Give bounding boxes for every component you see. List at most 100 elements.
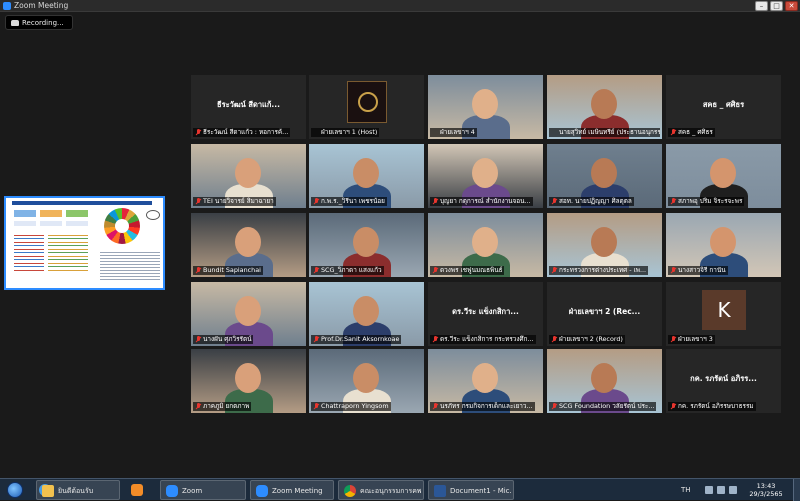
mic-muted-icon — [432, 198, 438, 205]
participant-head — [472, 227, 498, 257]
shared-screen-thumbnail[interactable] — [4, 196, 165, 290]
participant-name-label: ดวงพร เชฟูนมณธพินธ์ — [430, 266, 505, 275]
participant-head — [591, 158, 617, 188]
participant-tile[interactable]: ธีระวัฒน์ สีดาแก้... ธีระวัฒน์ สีดาแก้ว :… — [191, 75, 306, 139]
network-icon[interactable] — [717, 486, 725, 494]
participant-tile[interactable]: TEI นายวิจารย์ สิมาฉายา — [191, 144, 306, 208]
participant-name-text: นรภัทร กรมกิจการเด็กและเยาว... — [440, 402, 533, 410]
mic-muted-icon — [670, 267, 676, 274]
participant-name-text: สภาพอุ ปริม จิระรจะพร — [678, 197, 743, 205]
mic-muted-icon — [195, 129, 201, 136]
zoom-icon — [166, 485, 178, 497]
recording-indicator[interactable]: Recording... — [5, 15, 73, 30]
participant-tile[interactable]: SCG_วิภาดา แสงแก้ว — [309, 213, 424, 277]
zoom-app-icon — [3, 2, 11, 10]
participant-tile[interactable]: K ฝ่ายเลขาฯ 3 — [666, 282, 781, 346]
zoom-meeting-icon — [256, 485, 268, 497]
participant-name-text: สอท. นายปฏิญญา ศิลตุตล — [559, 197, 632, 205]
slide-title-bar — [12, 201, 152, 205]
participant-name-label: ฝ่ายเลขาฯ 3 — [668, 335, 715, 344]
participant-name-text: ฝ่ายเลขาฯ 1 (Host) — [321, 128, 378, 136]
taskbar-zoom-meeting-label: Zoom Meeting — [272, 487, 323, 495]
participant-tile[interactable]: สภาพอุ ปริม จิระรจะพร — [666, 144, 781, 208]
participant-head — [472, 158, 498, 188]
clock-time[interactable]: 13:43 — [746, 482, 786, 490]
participant-tile[interactable]: นายสุวิทย์ เมษินทรีย์ (ประธานอนุกรรม... — [547, 75, 662, 139]
taskbar-word[interactable]: Document1 - Mic... — [428, 480, 514, 500]
participant-tile[interactable]: กระทรวงการต่างประเทศ - เพ... — [547, 213, 662, 277]
participant-tile[interactable]: นรภัทร กรมกิจการเด็กและเยาว... — [428, 349, 543, 413]
maximize-button[interactable]: □ — [770, 1, 783, 11]
mic-muted-icon — [432, 336, 438, 343]
participant-name-label: นายสุวิทย์ เมษินทรีย์ (ประธานอนุกรรม... — [549, 128, 660, 137]
participant-name-label: สอท. นายปฏิญญา ศิลตุตล — [549, 197, 634, 206]
show-desktop-button[interactable] — [793, 479, 800, 501]
participant-tile[interactable]: นางสาวจิรี กานัน — [666, 213, 781, 277]
participant-tile[interactable]: ภาคภูมิ ยกตภาพ — [191, 349, 306, 413]
participant-display-name: ฝ่ายเลขาฯ 2 (Rec... — [568, 307, 641, 316]
mic-muted-icon — [195, 198, 201, 205]
participant-tile[interactable]: สคธ _ ศศิธร สคธ _ ศศิธร — [666, 75, 781, 139]
mic-muted-icon — [432, 403, 438, 410]
participant-name-text: สคธ _ ศศิธร — [678, 128, 713, 136]
tray-flag-icon[interactable] — [705, 486, 713, 494]
participant-name-text: Chattraporn Yingsom — [321, 402, 389, 410]
participant-name-label: กค. รภรัตน์ อภิรรษบาธรรม — [668, 402, 756, 411]
participant-name-label: ฝ่ายเลขาฯ 4 — [430, 128, 477, 137]
participant-name-text: ดวงพร เชฟูนมณธพินธ์ — [440, 266, 503, 274]
taskbar-media[interactable] — [126, 480, 152, 500]
taskbar-zoom-meeting[interactable]: Zoom Meeting — [250, 480, 334, 500]
participant-tile[interactable]: ฝ่ายเลขาฯ 2 (Rec... ฝ่ายเลขาฯ 2 (Record) — [547, 282, 662, 346]
participant-name-label: ก.พ.ร._วิรีนา เพชรน้อย — [311, 197, 387, 206]
windows-logo-icon — [7, 482, 23, 498]
participant-head — [472, 89, 498, 119]
taskbar-folder[interactable]: ยินดีต้อนรับ — [36, 480, 120, 500]
participant-tile[interactable]: ฝ่ายเลขาฯ 4 — [428, 75, 543, 139]
participant-head — [472, 363, 498, 393]
participant-name-text: ฝ่ายเลขาฯ 4 — [440, 128, 475, 136]
participant-tile[interactable]: สอท. นายปฏิญญา ศิลตุตล — [547, 144, 662, 208]
cloud-record-icon — [11, 20, 19, 26]
mic-muted-icon — [670, 129, 676, 136]
participant-tile[interactable]: ก.พ.ร._วิรีนา เพชรน้อย — [309, 144, 424, 208]
avatar: K — [702, 290, 746, 330]
mic-muted-icon — [313, 403, 319, 410]
mic-muted-icon — [551, 198, 557, 205]
participant-name-label: ดร.วีระ แข็งกสิการ กระทรวงศึก... — [430, 335, 536, 344]
participant-tile[interactable]: Prof.Dr.Sanit Aksornkoae — [309, 282, 424, 346]
participant-head — [353, 227, 379, 257]
taskbar-chrome[interactable]: คณะอนุกรรมการคพ... — [338, 480, 424, 500]
participant-tile[interactable]: ดร.วีระ แข็งกสิกา... ดร.วีระ แข็งกสิการ ก… — [428, 282, 543, 346]
mic-muted-icon — [551, 403, 557, 410]
language-indicator[interactable]: TH — [681, 479, 691, 501]
participant-tile[interactable]: Bundit Sapianchai — [191, 213, 306, 277]
clock-date[interactable]: 29/3/2565 — [746, 490, 786, 498]
participant-display-name: ธีระวัฒน์ สีดาแก้... — [217, 100, 280, 109]
mic-muted-icon — [313, 267, 319, 274]
participant-head — [235, 296, 261, 326]
participant-tile[interactable]: นางผัน ศุภวิรรัตน์ — [191, 282, 306, 346]
start-button[interactable] — [2, 480, 28, 500]
participant-head — [710, 227, 736, 257]
mic-muted-icon — [670, 198, 676, 205]
mic-muted-icon — [195, 267, 201, 274]
mic-muted-icon — [313, 336, 319, 343]
participant-tile[interactable]: บุญยา กตุการณ์ สำนักงานจอน... — [428, 144, 543, 208]
participant-name-text: บุญยา กตุการณ์ สำนักงานจอน... — [440, 197, 531, 205]
participant-tile[interactable]: กค. รภรัตน์ อภิรร... กค. รภรัตน์ อภิรรษบา… — [666, 349, 781, 413]
close-button[interactable]: ✕ — [785, 1, 798, 11]
volume-icon[interactable] — [729, 486, 737, 494]
participant-tile[interactable]: ดวงพร เชฟูนมณธพินธ์ — [428, 213, 543, 277]
participant-display-name: สคธ _ ศศิธร — [702, 100, 745, 109]
participant-tile[interactable]: SCG Foundation วลัยรัตน์ ประ... — [547, 349, 662, 413]
minimize-button[interactable]: – — [755, 1, 768, 11]
mic-muted-icon — [432, 267, 438, 274]
participant-name-text: กระทรวงการต่างประเทศ - เพ... — [559, 266, 647, 274]
participant-head — [591, 363, 617, 393]
mic-muted-icon — [195, 336, 201, 343]
participant-name-label: นางสาวจิรี กานัน — [668, 266, 728, 275]
mic-muted-icon — [670, 403, 676, 410]
taskbar-zoom[interactable]: Zoom — [160, 480, 246, 500]
participant-tile[interactable]: Chattraporn Yingsom — [309, 349, 424, 413]
participant-tile[interactable]: ฝ่ายเลขาฯ 1 (Host) — [309, 75, 424, 139]
